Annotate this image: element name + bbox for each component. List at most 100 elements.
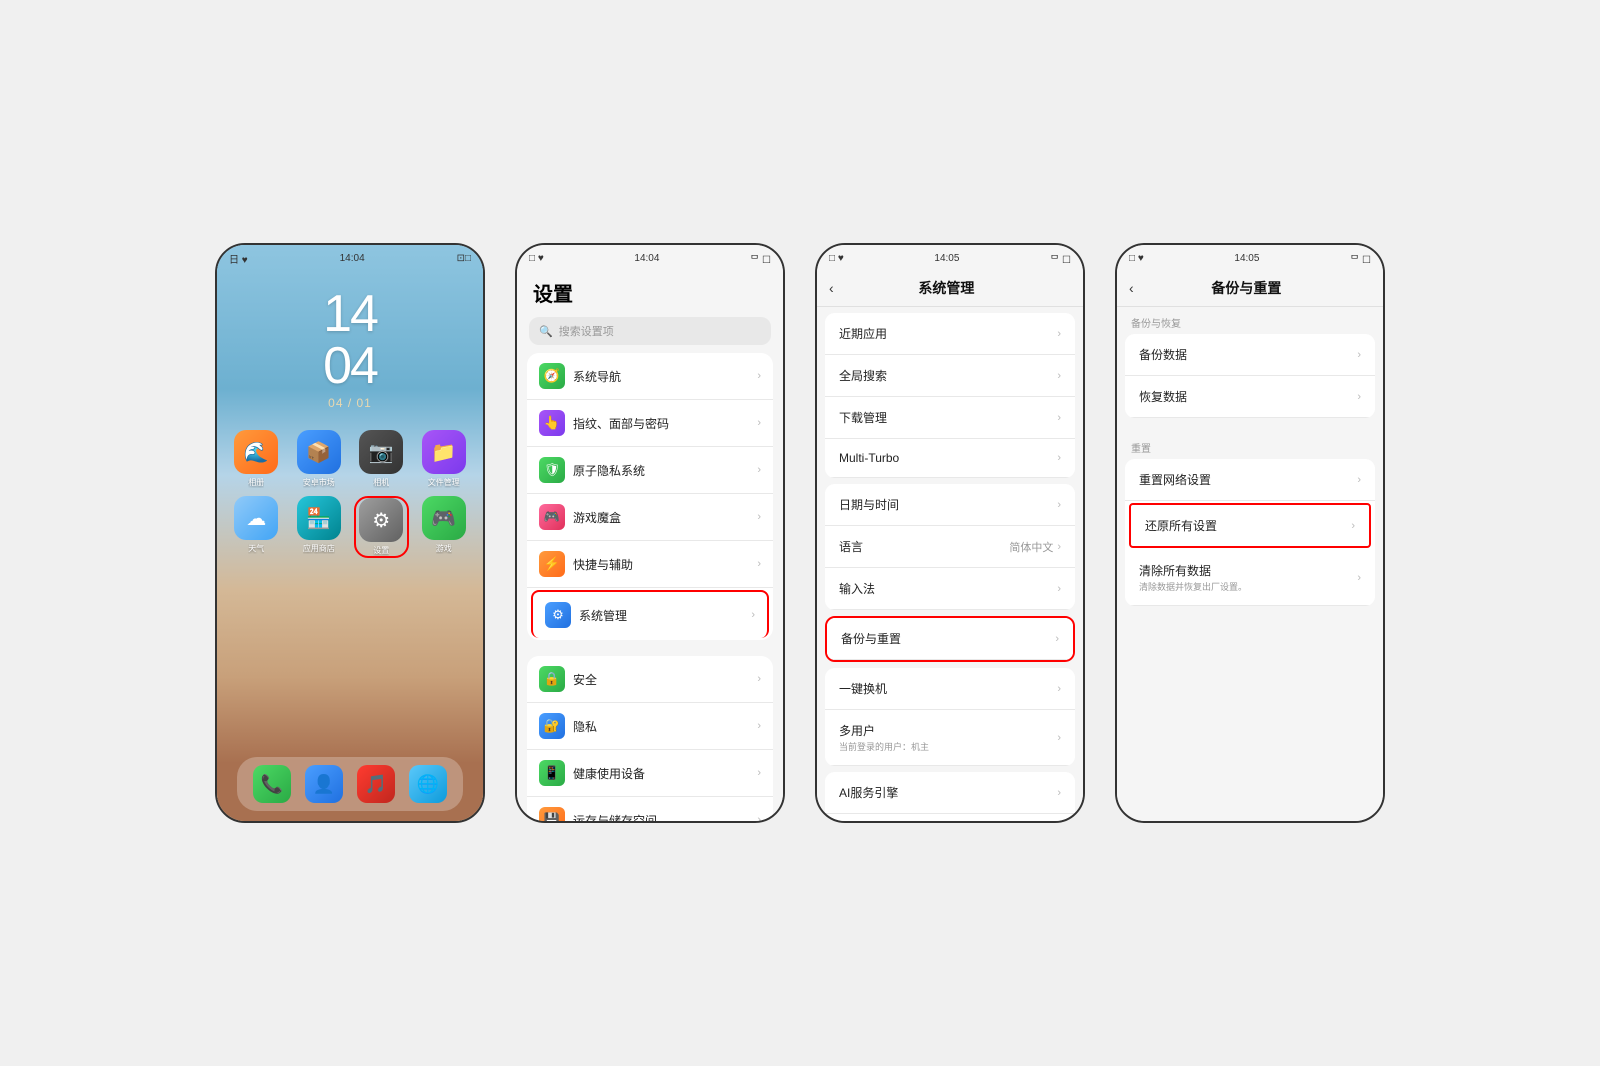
sysmgmt-section-1: 近期应用 › 全局搜索 › 下载管理 › Multi-Turbo › bbox=[825, 313, 1075, 478]
backup-section-2: 重置网络设置 › 还原所有设置 › 清除所有数据 清除数据并恢复出厂设置。 › bbox=[1125, 459, 1375, 606]
settings-item-priv2[interactable]: 🔐 隐私 › bbox=[527, 703, 773, 750]
status-right-s4: ᄆ ☐ bbox=[1350, 251, 1371, 266]
item-language[interactable]: 语言 简体中文 › bbox=[825, 526, 1075, 568]
item-restore-data[interactable]: 恢复数据 › bbox=[1125, 376, 1375, 418]
sub-header-s4: ‹ 备份与重置 bbox=[1117, 270, 1383, 307]
arrow-fingerprint: › bbox=[757, 417, 761, 429]
arrow-security: › bbox=[757, 673, 761, 685]
app-label-market: 安卓市场 bbox=[303, 477, 335, 488]
label-language: 语言 bbox=[839, 538, 1009, 555]
dock-music[interactable]: 🎵 bbox=[357, 765, 395, 803]
app-icon-album: 🌊 bbox=[234, 430, 278, 474]
item-backup-data[interactable]: 备份数据 › bbox=[1125, 334, 1375, 376]
app-icon-market: 📦 bbox=[297, 430, 341, 474]
dock: 📞 👤 🎵 🌐 bbox=[237, 757, 463, 811]
label-ai-service: AI服务引擎 bbox=[839, 784, 1057, 801]
item-download-mgmt[interactable]: 下载管理 › bbox=[825, 397, 1075, 439]
app-appstore[interactable]: 🏪 应用商店 bbox=[292, 496, 347, 558]
settings-item-sysmgmt[interactable]: ⚙ 系统管理 › bbox=[531, 590, 769, 638]
sysmgmt-section-3-highlighted: 备份与重置 › bbox=[825, 616, 1075, 662]
status-left-s3: □ ♥ bbox=[829, 253, 844, 264]
home-clock: 1404 bbox=[217, 288, 483, 392]
item-global-search[interactable]: 全局搜索 › bbox=[825, 355, 1075, 397]
item-ai-service[interactable]: AI服务引擎 › bbox=[825, 772, 1075, 814]
app-settings[interactable]: ⚙ 设置 bbox=[354, 496, 409, 558]
status-left-s4: □ ♥ bbox=[1129, 253, 1144, 264]
app-camera[interactable]: 📷 相机 bbox=[354, 430, 409, 488]
sysmgmt-section-2: 日期与时间 › 语言 简体中文 › 输入法 › bbox=[825, 484, 1075, 610]
item-backup-reset[interactable]: 备份与重置 › bbox=[827, 618, 1073, 660]
page-title-s3: 系统管理 bbox=[842, 278, 1051, 298]
sysmgmt-section-3-wrapper: 备份与重置 › bbox=[825, 616, 1075, 662]
app-icon-files: 📁 bbox=[422, 430, 466, 474]
app-game[interactable]: 🎮 游戏 bbox=[417, 496, 472, 558]
item-recent-apps[interactable]: 近期应用 › bbox=[825, 313, 1075, 355]
settings-item-navigation[interactable]: 🧭 系统导航 › bbox=[527, 353, 773, 400]
back-button-s3[interactable]: ‹ bbox=[829, 280, 834, 296]
item-multi-turbo[interactable]: Multi-Turbo › bbox=[825, 439, 1075, 478]
settings-content: 设置 🔍 搜索设置项 🧭 系统导航 › 👆 指纹、面部与密码 › 🛡 原子隐私系… bbox=[517, 270, 783, 821]
label-backup-reset: 备份与重置 bbox=[841, 630, 1055, 647]
icon-fingerprint: 👆 bbox=[539, 410, 565, 436]
settings-item-fingerprint[interactable]: 👆 指纹、面部与密码 › bbox=[527, 400, 773, 447]
arrow-switch-phone: › bbox=[1057, 683, 1061, 695]
app-weather[interactable]: ☁ 天气 bbox=[229, 496, 284, 558]
app-label-settings: 设置 bbox=[373, 545, 389, 556]
status-time-s2: 14:04 bbox=[634, 253, 659, 264]
dock-phone[interactable]: 📞 bbox=[253, 765, 291, 803]
settings-item-health[interactable]: 📱 健康使用设备 › bbox=[527, 750, 773, 797]
settings-section-1: 🧭 系统导航 › 👆 指纹、面部与密码 › 🛡 原子隐私系统 › 🎮 游戏魔盒 … bbox=[527, 353, 773, 640]
label-restore-data: 恢复数据 bbox=[1139, 388, 1357, 405]
settings-title: 设置 bbox=[517, 270, 783, 313]
label-multi-turbo: Multi-Turbo bbox=[839, 451, 1057, 465]
search-bar[interactable]: 🔍 搜索设置项 bbox=[529, 317, 771, 345]
app-label-weather: 天气 bbox=[248, 543, 264, 554]
arrow-restore-all: › bbox=[1351, 520, 1355, 532]
app-icon-weather: ☁ bbox=[234, 496, 278, 540]
search-icon: 🔍 bbox=[539, 325, 553, 338]
arrow-gamebox: › bbox=[757, 511, 761, 523]
value-language: 简体中文 bbox=[1009, 539, 1053, 555]
item-google[interactable]: Google › bbox=[825, 814, 1075, 821]
arrow-backup-data: › bbox=[1357, 349, 1361, 361]
dock-browser[interactable]: 🌐 bbox=[409, 765, 447, 803]
item-multi-user[interactable]: 多用户 当前登录的用户：机主 › bbox=[825, 710, 1075, 766]
arrow-shortcut: › bbox=[757, 558, 761, 570]
icon-storage: 💾 bbox=[539, 807, 565, 821]
label-recent-apps: 近期应用 bbox=[839, 325, 1057, 342]
back-button-s4[interactable]: ‹ bbox=[1129, 280, 1134, 296]
status-right: ⊡□ bbox=[457, 253, 471, 264]
settings-label-storage: 运存与储存空间 bbox=[573, 812, 749, 822]
icon-health: 📱 bbox=[539, 760, 565, 786]
app-market[interactable]: 📦 安卓市场 bbox=[292, 430, 347, 488]
item-restore-all[interactable]: 还原所有设置 › bbox=[1129, 503, 1371, 548]
app-files[interactable]: 📁 文件管理 bbox=[417, 430, 472, 488]
home-screen: 日 ♥ 14:04 ⊡□ 1404 04 / 01 🌊 相册 📦 安卓市场 📷 … bbox=[217, 245, 483, 821]
arrow-restore-data: › bbox=[1357, 391, 1361, 403]
settings-item-shortcut[interactable]: ⚡ 快捷与辅助 › bbox=[527, 541, 773, 588]
app-album[interactable]: 🌊 相册 bbox=[229, 430, 284, 488]
settings-label-fingerprint: 指纹、面部与密码 bbox=[573, 415, 749, 432]
item-clear-all-data[interactable]: 清除所有数据 清除数据并恢复出厂设置。 › bbox=[1125, 550, 1375, 606]
app-icon-appstore: 🏪 bbox=[297, 496, 341, 540]
app-icon-game: 🎮 bbox=[422, 496, 466, 540]
dock-contacts[interactable]: 👤 bbox=[305, 765, 343, 803]
settings-section-2: 🔒 安全 › 🔐 隐私 › 📱 健康使用设备 › 💾 运存与储存空间 › 🔋 bbox=[527, 656, 773, 821]
backup-section-1: 备份数据 › 恢复数据 › bbox=[1125, 334, 1375, 418]
item-reset-network[interactable]: 重置网络设置 › bbox=[1125, 459, 1375, 501]
settings-item-gamebox[interactable]: 🎮 游戏魔盒 › bbox=[527, 494, 773, 541]
page-title-s4: 备份与重置 bbox=[1142, 278, 1351, 298]
item-input-method[interactable]: 输入法 › bbox=[825, 568, 1075, 610]
item-datetime[interactable]: 日期与时间 › bbox=[825, 484, 1075, 526]
arrow-recent-apps: › bbox=[1057, 328, 1061, 340]
settings-item-storage[interactable]: 💾 运存与储存空间 › bbox=[527, 797, 773, 821]
phone-system-mgmt: □ ♥ 14:05 ᄆ ☐ ‹ 系统管理 近期应用 › 全局搜索 › 下载管理 … bbox=[815, 243, 1085, 823]
app-label-game: 游戏 bbox=[436, 543, 452, 554]
item-switch-phone[interactable]: 一键换机 › bbox=[825, 668, 1075, 710]
settings-item-security[interactable]: 🔒 安全 › bbox=[527, 656, 773, 703]
arrow-clear-all-data: › bbox=[1357, 572, 1361, 584]
system-mgmt-content: 近期应用 › 全局搜索 › 下载管理 › Multi-Turbo › 日期与时间… bbox=[817, 307, 1083, 821]
settings-label-security: 安全 bbox=[573, 671, 749, 688]
settings-item-privacy[interactable]: 🛡 原子隐私系统 › bbox=[527, 447, 773, 494]
sub-header-s3: ‹ 系统管理 bbox=[817, 270, 1083, 307]
